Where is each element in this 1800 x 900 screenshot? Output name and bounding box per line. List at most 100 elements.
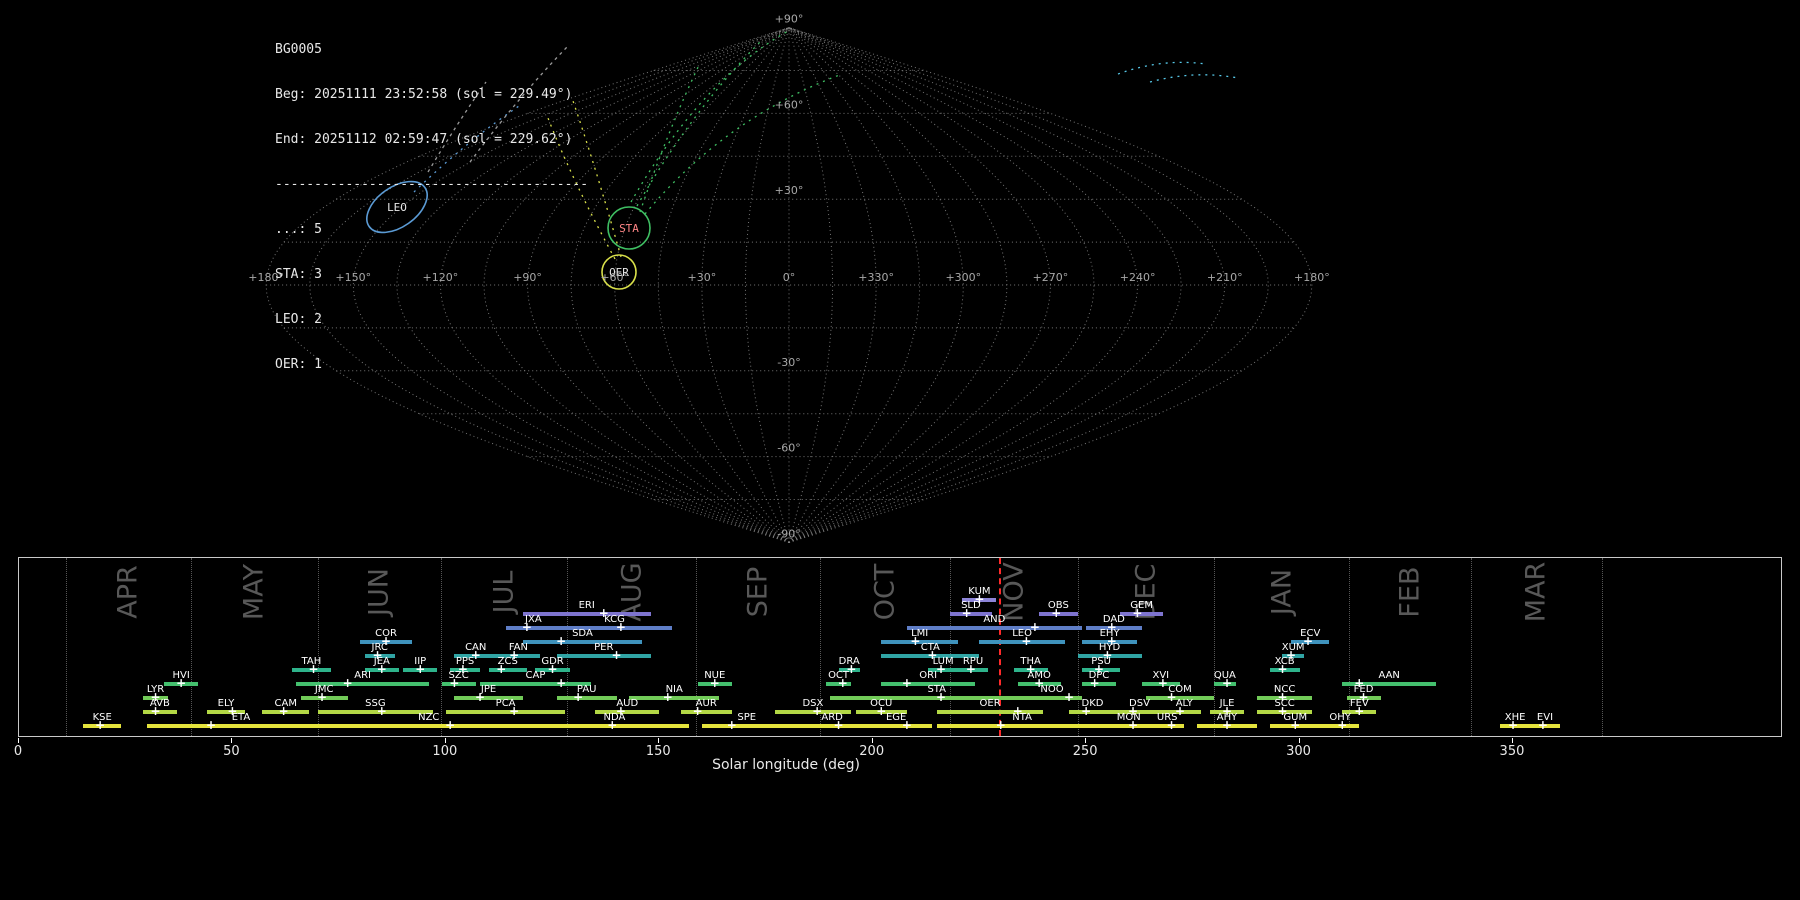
shower-peak-marker: + bbox=[1021, 634, 1032, 648]
shower-label-sda: SDA bbox=[572, 628, 593, 639]
shower-peak-marker: + bbox=[1337, 718, 1348, 732]
month-label: MAR bbox=[1520, 561, 1552, 623]
x-tick-label: 300 bbox=[1286, 744, 1311, 759]
shower-peak-marker: + bbox=[876, 704, 887, 718]
shower-peak-marker: + bbox=[1221, 676, 1233, 690]
x-tick bbox=[1511, 738, 1513, 743]
shower-peak-marker: + bbox=[317, 690, 328, 704]
shower-peak-marker: + bbox=[445, 718, 456, 732]
separator: ---------------------------------------- bbox=[275, 177, 589, 192]
shower-peak-marker: + bbox=[278, 704, 289, 718]
count-line-sporadic: ...: 5 bbox=[275, 222, 322, 237]
graticule-line bbox=[570, 27, 790, 543]
observation-info: BG0005 Beg: 20251111 23:52:58 (sol = 229… bbox=[275, 12, 588, 402]
shower-bar-pca bbox=[445, 710, 566, 714]
shower-peak-marker: + bbox=[95, 718, 106, 732]
shower-peak-marker: + bbox=[449, 676, 460, 690]
lat-label: +30° bbox=[775, 184, 804, 197]
shower-peak-marker: + bbox=[837, 676, 848, 690]
lon-label: +30° bbox=[687, 271, 716, 284]
x-tick-label: 150 bbox=[645, 744, 671, 759]
lat-label: +90° bbox=[775, 13, 804, 26]
shower-peak-marker: + bbox=[611, 648, 622, 662]
lat-label: -30° bbox=[777, 356, 800, 369]
shower-peak-marker: + bbox=[415, 662, 426, 676]
shower-bar-ege bbox=[859, 724, 933, 728]
shower-peak-marker: + bbox=[692, 704, 703, 718]
meteor-track bbox=[639, 62, 701, 213]
shower-label-aan: AAN bbox=[1378, 670, 1400, 681]
shower-peak-marker: + bbox=[573, 690, 584, 704]
month-boundary bbox=[1470, 558, 1472, 736]
shower-bar-dkd bbox=[1069, 710, 1116, 714]
shower-peak-marker: + bbox=[376, 662, 387, 676]
shower-peak-marker: + bbox=[1157, 676, 1168, 690]
lon-label: +210° bbox=[1207, 271, 1243, 284]
month-label: JUN bbox=[363, 568, 395, 616]
shower-peak-marker: + bbox=[509, 704, 520, 718]
shower-peak-marker: + bbox=[496, 662, 507, 676]
lat-label: +60° bbox=[775, 98, 804, 111]
count-line-leo: LEO: 2 bbox=[275, 312, 322, 327]
x-tick-label: 50 bbox=[223, 744, 240, 759]
shower-peak-marker: + bbox=[556, 634, 567, 648]
shower-peak-marker: + bbox=[1354, 704, 1365, 718]
month-label: JUL bbox=[488, 570, 520, 614]
shower-peak-marker: + bbox=[995, 718, 1006, 732]
x-tick bbox=[444, 738, 446, 743]
shower-peak-marker: + bbox=[1051, 606, 1062, 620]
radiant-sta: STA bbox=[607, 206, 651, 250]
lon-label: +330° bbox=[858, 271, 894, 284]
end-time: End: 20251112 02:59:47 (sol = 229.62°) bbox=[275, 132, 573, 147]
shower-peak-marker: + bbox=[342, 676, 353, 690]
shower-bar-aur bbox=[680, 710, 732, 714]
meteor-track bbox=[1117, 61, 1207, 75]
lon-label: +180° bbox=[1294, 271, 1330, 284]
x-tick-label: 0 bbox=[13, 744, 23, 759]
month-label: NOV bbox=[998, 562, 1030, 622]
x-tick bbox=[18, 738, 19, 743]
radiant-label: STA bbox=[619, 222, 639, 235]
month-boundary bbox=[567, 558, 569, 736]
month-label: OCT bbox=[869, 563, 901, 621]
shower-peak-marker: + bbox=[547, 662, 558, 676]
shower-peak-marker: + bbox=[833, 718, 844, 732]
shower-peak-marker: + bbox=[910, 634, 921, 648]
shower-label-per: PER bbox=[594, 642, 614, 653]
month-label: SEP bbox=[742, 566, 774, 618]
x-tick-label: 250 bbox=[1072, 744, 1098, 759]
month-boundary bbox=[191, 558, 193, 736]
radiant-activity-figure: LEO STA OER +180° +150° +120° +90° +60° +30° 0° +… bbox=[0, 0, 1800, 900]
lat-label: -60° bbox=[777, 442, 800, 455]
lon-label: +270° bbox=[1033, 271, 1069, 284]
shower-bar-cap bbox=[479, 682, 591, 686]
month-boundary bbox=[441, 558, 443, 736]
shower-peak-marker: + bbox=[961, 606, 972, 620]
shower-peak-marker: + bbox=[1537, 718, 1548, 732]
x-tick bbox=[871, 738, 873, 743]
shower-peak-marker: + bbox=[1221, 718, 1233, 732]
shower-bar-per bbox=[556, 654, 651, 658]
shower-label-nta: NTA bbox=[1012, 712, 1032, 723]
shower-peak-marker: + bbox=[1128, 718, 1139, 732]
shower-bar-zcs bbox=[488, 668, 527, 672]
shower-peak-marker: + bbox=[607, 718, 618, 732]
shower-peak-marker: + bbox=[901, 676, 912, 690]
month-label: APR bbox=[112, 565, 144, 619]
shower-label-eta: ETA bbox=[231, 712, 251, 723]
shower-peak-marker: + bbox=[1290, 718, 1301, 732]
shower-peak-marker: + bbox=[901, 718, 912, 732]
shower-peak-marker: + bbox=[615, 620, 626, 634]
shower-peak-marker: + bbox=[176, 676, 187, 690]
shower-peak-marker: + bbox=[1064, 690, 1075, 704]
shower-peak-marker: + bbox=[206, 718, 217, 732]
shower-bar-eta bbox=[147, 724, 335, 728]
shower-peak-marker: + bbox=[1166, 718, 1177, 732]
meteor-track bbox=[1149, 74, 1239, 83]
meteor-track bbox=[636, 39, 763, 207]
graticule-line bbox=[788, 27, 1139, 543]
shower-peak-marker: + bbox=[1089, 676, 1100, 690]
shower-peak-marker: + bbox=[308, 662, 319, 676]
shower-label-ari: ARI bbox=[354, 670, 371, 681]
lat-label: -90° bbox=[777, 527, 800, 540]
